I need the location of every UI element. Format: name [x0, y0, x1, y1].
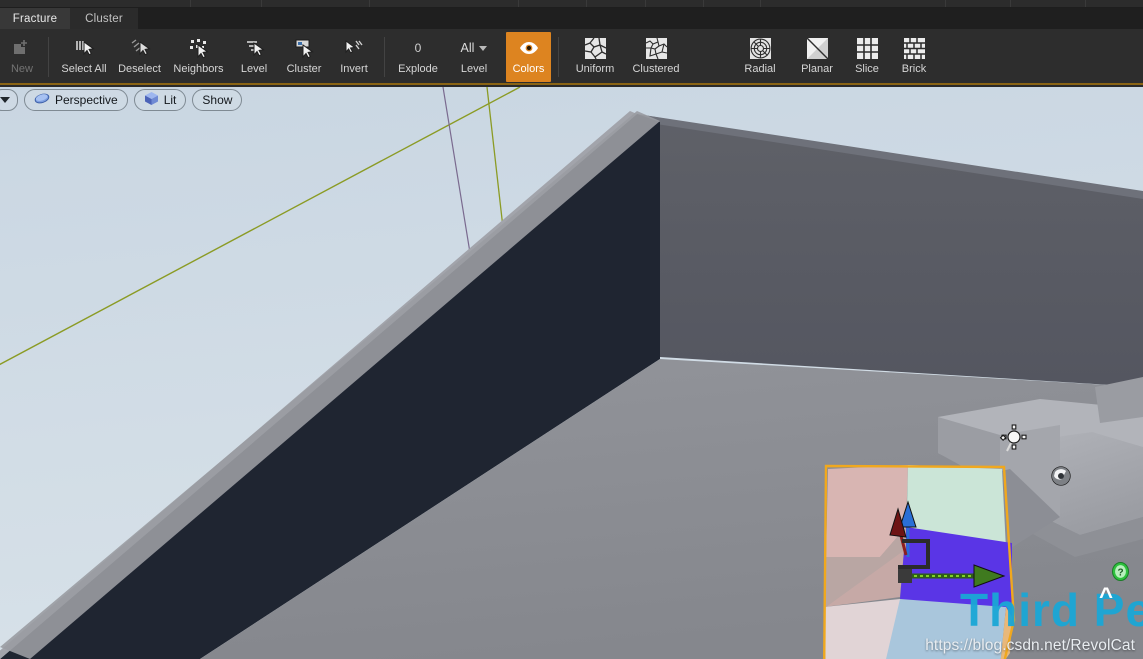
viewport-camera-perspective-button[interactable]: Perspective: [24, 89, 128, 111]
csdn-watermark: https://blog.csdn.net/RevolCat: [925, 637, 1135, 654]
toolbar-button-deselect[interactable]: Deselect: [112, 32, 167, 82]
eye-icon: [517, 36, 541, 60]
tab-fracture[interactable]: Fracture: [0, 8, 70, 29]
toolbar-button-invert[interactable]: Invert: [330, 32, 378, 82]
lit-cube-icon: [144, 91, 159, 109]
viewport-view-mode-label: Lit: [163, 93, 177, 107]
toolbar-button-uniform[interactable]: Uniform: [565, 32, 625, 82]
sphere-reflection-capture-icon: [1051, 466, 1071, 486]
cluster-cursor-icon: [292, 36, 316, 60]
mode-tab-bar: Fracture Cluster: [0, 8, 1143, 29]
new-asset-icon: [10, 36, 34, 60]
deselect-cursor-icon: [128, 36, 152, 60]
viewport-camera-label: Perspective: [55, 93, 118, 107]
radial-fracture-icon: [748, 36, 772, 60]
level-cursor-icon: [242, 36, 266, 60]
toolbar-label-colors: Colors: [512, 63, 545, 75]
explode-value[interactable]: 0: [415, 36, 422, 60]
toolbar-label-explode: Explode: [398, 63, 438, 75]
toolbar-field-explode[interactable]: 0 Explode: [392, 32, 444, 82]
gizmo-origin: [898, 569, 912, 583]
toolbar-label-level-select: Level: [240, 63, 268, 75]
level-name-overlay: Third Pe: [960, 584, 1143, 636]
toolbar-button-clustered[interactable]: Clustered: [625, 32, 687, 82]
toolbar-label-select-all: Select All: [61, 63, 107, 75]
toolbar-label-invert: Invert: [340, 63, 368, 75]
planar-fracture-icon: [805, 36, 829, 60]
caret-down-icon: [0, 97, 10, 103]
level-viewport[interactable]: Perspective Lit Show Third Pe ^ ? https:…: [0, 87, 1143, 659]
toolbar-label-neighbors: Neighbors: [173, 63, 224, 75]
toolbar-button-select-all[interactable]: Select All: [56, 32, 112, 82]
neighbors-cursor-icon: [187, 36, 211, 60]
chevron-up-icon[interactable]: ^: [1099, 585, 1113, 609]
toolbar-label-brick: Brick: [901, 63, 927, 75]
help-question-icon[interactable]: ?: [1112, 562, 1129, 581]
viewport-toolbar: Perspective Lit Show: [0, 87, 243, 113]
level-value: All: [460, 41, 475, 55]
viewport-show-label: Show: [202, 93, 233, 107]
toolbar-label-planar: Planar: [801, 63, 833, 75]
select-all-cursor-icon: [72, 36, 96, 60]
toolbar-separator: [558, 37, 559, 77]
invert-cursor-icon: [342, 36, 366, 60]
toolbar-separator: [384, 37, 385, 77]
toolbar-button-brick[interactable]: Brick: [890, 32, 938, 82]
svg-text:?: ?: [1117, 568, 1123, 579]
cut-off-toolbar-strip: [0, 0, 1143, 8]
toolbar-button-radial[interactable]: Radial: [732, 32, 788, 82]
toolbar-label-slice: Slice: [855, 63, 879, 75]
chevron-down-icon: [479, 45, 488, 51]
viewport-show-menu-button[interactable]: Show: [192, 89, 243, 111]
toolbar-button-cluster[interactable]: Cluster: [278, 32, 330, 82]
viewport-options-button[interactable]: [0, 89, 18, 111]
viewport-3d-scene: [0, 87, 1143, 659]
toolbar-label-radial: Radial: [744, 63, 776, 75]
toolbar-button-slice[interactable]: Slice: [844, 32, 890, 82]
toolbar-label-uniform: Uniform: [575, 63, 615, 75]
fracture-toolbar: New Select All Deselect Neighbors Level …: [0, 29, 1143, 85]
tab-cluster[interactable]: Cluster: [70, 8, 138, 29]
toolbar-label-deselect: Deselect: [118, 63, 161, 75]
toolbar-label-level-filter: Level: [460, 63, 488, 75]
toolbar-label-new: New: [10, 63, 33, 75]
toolbar-toggle-colors[interactable]: Colors: [506, 32, 551, 82]
toolbar-button-new[interactable]: New: [4, 32, 40, 82]
toolbar-button-level[interactable]: Level: [230, 32, 278, 82]
toolbar-dropdown-level[interactable]: All Level: [446, 32, 502, 82]
uniform-fracture-icon: [583, 36, 607, 60]
toolbar-label-cluster: Cluster: [286, 63, 322, 75]
unreal-fracture-editor-window: Fracture Cluster New Select All Deselect…: [0, 0, 1143, 659]
toolbar-separator: [48, 37, 49, 77]
toolbar-button-neighbors[interactable]: Neighbors: [167, 32, 230, 82]
level-combo[interactable]: All: [461, 36, 488, 60]
toolbar-button-planar[interactable]: Planar: [790, 32, 844, 82]
perspective-camera-icon: [34, 92, 50, 108]
viewport-view-mode-button[interactable]: Lit: [133, 89, 187, 111]
slice-fracture-icon: [855, 36, 879, 60]
clustered-fracture-icon: [644, 36, 668, 60]
brick-fracture-icon: [902, 36, 926, 60]
toolbar-label-clustered: Clustered: [632, 63, 680, 75]
